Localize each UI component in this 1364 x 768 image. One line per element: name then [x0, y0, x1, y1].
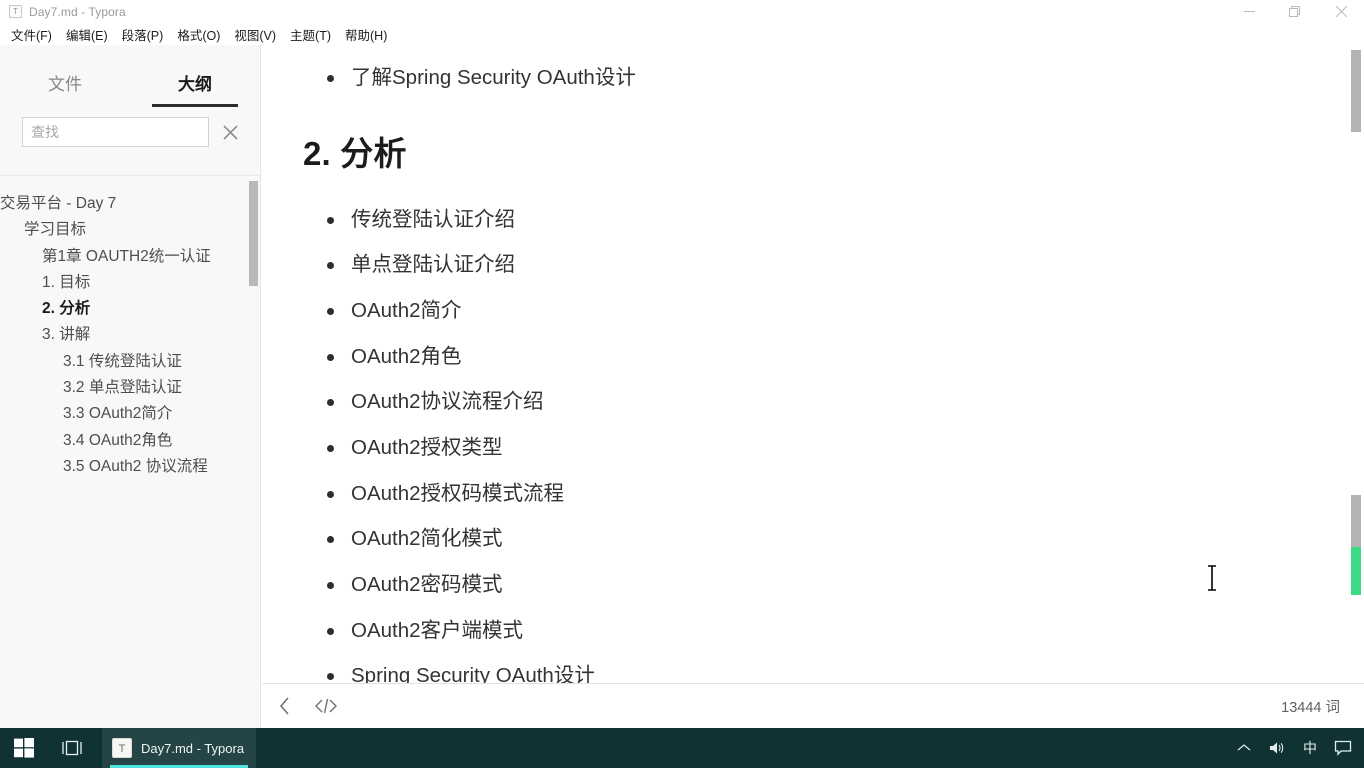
list-item-text[interactable]: OAuth2客户端模式 [351, 617, 523, 645]
list-item-text[interactable]: OAuth2简介 [351, 297, 462, 325]
typora-window: T Day7.md - Typora 文件(F) 编辑(E) 段落(P) 格式(… [0, 0, 1364, 768]
bullet-icon [327, 216, 334, 224]
list-item-text[interactable]: OAuth2授权类型 [351, 434, 503, 462]
list-item: OAuth2授权码模式流程 [262, 471, 1364, 517]
status-bar: 13444 词 [262, 683, 1364, 728]
task-view-icon[interactable] [48, 728, 96, 768]
outline-item-3-2[interactable]: 3.2 单点登陆认证 [0, 375, 260, 401]
menu-item-theme[interactable]: 主题(T) [283, 23, 338, 46]
list-item: OAuth2协议流程介绍 [262, 379, 1364, 425]
restore-icon[interactable] [1272, 0, 1318, 23]
list-item: 传统登陆认证介绍 [262, 197, 1364, 243]
outline-list[interactable]: 交易平台 - Day 7 学习目标 第1章 OAUTH2统一认证 1. 目标 2… [0, 176, 260, 728]
bullet-icon [327, 536, 334, 544]
taskbar-app-typora[interactable]: T Day7.md - Typora [102, 728, 257, 768]
bullet-icon [327, 445, 334, 453]
editor-vertical-scrollbar[interactable] [1348, 45, 1364, 683]
page-title[interactable]: 2. 分析 [303, 127, 1364, 175]
search-input[interactable] [22, 117, 209, 147]
speaker-icon[interactable] [1262, 728, 1292, 768]
sidebar-scrollbar-thumb[interactable] [249, 181, 258, 286]
scrollbar-thumb-main[interactable] [1351, 495, 1361, 595]
source-code-icon[interactable] [314, 697, 338, 715]
list-item: 单点登陆认证介绍 [262, 242, 1364, 288]
title-bar: T Day7.md - Typora [0, 0, 1364, 23]
bullet-icon [327, 490, 334, 498]
taskbar-app-label: Day7.md - Typora [141, 740, 245, 756]
word-count: 13444 词 [1281, 699, 1340, 716]
list-item: OAuth2授权类型 [262, 425, 1364, 471]
close-icon[interactable] [1318, 0, 1364, 23]
outline-item-root[interactable]: 交易平台 - Day 7 [0, 191, 260, 217]
windows-start-icon[interactable] [0, 728, 48, 768]
menu-bar: 文件(F) 编辑(E) 段落(P) 格式(O) 视图(V) 主题(T) 帮助(H… [0, 23, 1364, 45]
chevron-up-icon[interactable] [1229, 728, 1259, 768]
outline-item-2[interactable]: 2. 分析 [0, 296, 260, 322]
list-item-text[interactable]: Spring Security OAuth设计 [351, 662, 595, 683]
system-tray: 中 [1229, 728, 1364, 768]
tab-outline-label: 大纲 [178, 75, 212, 94]
tab-files-label: 文件 [48, 75, 82, 94]
sidebar-header: 文件 大纲 [0, 45, 260, 176]
outline-item-3[interactable]: 3. 讲解 [0, 322, 260, 348]
typora-icon: T [112, 738, 132, 758]
tab-outline[interactable]: 大纲 [130, 70, 260, 107]
tab-files[interactable]: 文件 [0, 70, 130, 107]
sidebar-tabs: 文件 大纲 [0, 45, 260, 107]
list-item-text[interactable]: OAuth2授权码模式流程 [351, 480, 564, 508]
window-title: Day7.md - Typora [29, 4, 126, 19]
outline-item-1[interactable]: 1. 目标 [0, 270, 260, 296]
bullet-icon [327, 582, 334, 590]
menu-item-help[interactable]: 帮助(H) [338, 23, 394, 46]
menu-item-file[interactable]: 文件(F) [4, 23, 59, 46]
outline-item-3-4[interactable]: 3.4 OAuth2角色 [0, 428, 260, 454]
outline-item-goal[interactable]: 学习目标 [0, 217, 260, 243]
menu-item-format[interactable]: 格式(O) [170, 23, 227, 46]
window-controls [1226, 0, 1364, 23]
bullet-icon [327, 353, 334, 361]
editor-area[interactable]: 了解Spring Security OAuth设计 2. 分析 传统登陆认证介绍… [262, 45, 1364, 683]
bullet-icon [327, 627, 334, 635]
list-item: OAuth2客户端模式 [262, 608, 1364, 654]
list-item: 了解Spring Security OAuth设计 [262, 55, 1364, 101]
list-item-text[interactable]: OAuth2角色 [351, 343, 462, 371]
outline-item-3-3[interactable]: 3.3 OAuth2简介 [0, 401, 260, 427]
chevron-left-icon[interactable] [278, 696, 292, 716]
bullet-icon [327, 262, 334, 270]
outline-item-chapter1[interactable]: 第1章 OAUTH2统一认证 [0, 244, 260, 270]
document-content: 了解Spring Security OAuth设计 2. 分析 传统登陆认证介绍… [262, 45, 1364, 683]
menu-item-view[interactable]: 视图(V) [227, 23, 283, 46]
scrollbar-thumb-top[interactable] [1351, 50, 1361, 132]
bullet-icon [327, 673, 334, 681]
notification-icon[interactable] [1328, 728, 1358, 768]
list-item: OAuth2角色 [262, 334, 1364, 380]
list-item: OAuth2简介 [262, 288, 1364, 334]
search-row [0, 107, 260, 147]
list-item-text[interactable]: OAuth2密码模式 [351, 571, 503, 599]
bullet-icon [327, 75, 334, 82]
status-bar-left [262, 696, 338, 716]
ime-lang-icon[interactable]: 中 [1295, 728, 1325, 768]
bullet-icon [327, 399, 334, 407]
outline-item-3-1[interactable]: 3.1 传统登陆认证 [0, 349, 260, 375]
bullet-icon [327, 308, 334, 316]
list-item: OAuth2简化模式 [262, 516, 1364, 562]
scrollbar-progress-indicator [1351, 547, 1361, 595]
outline-item-3-5[interactable]: 3.5 OAuth2 协议流程 [0, 454, 260, 480]
menu-item-edit[interactable]: 编辑(E) [59, 23, 115, 46]
list-item: Spring Security OAuth设计 [262, 653, 1364, 683]
list-item: OAuth2密码模式 [262, 562, 1364, 608]
menu-item-paragraph[interactable]: 段落(P) [115, 23, 171, 46]
list-item-text[interactable]: OAuth2协议流程介绍 [351, 388, 544, 416]
minimize-icon[interactable] [1226, 0, 1272, 23]
list-item-text[interactable]: OAuth2简化模式 [351, 525, 503, 553]
typora-icon: T [9, 5, 22, 18]
sidebar: 文件 大纲 交易平台 - Day 7 学习目标 第1章 OAUTH2统一认证 1… [0, 45, 261, 728]
list-item-text[interactable]: 了解Spring Security OAuth设计 [351, 64, 636, 92]
close-icon[interactable] [222, 124, 239, 141]
taskbar: T Day7.md - Typora 中 [0, 728, 1364, 768]
list-item-text[interactable]: 单点登陆认证介绍 [351, 251, 515, 279]
list-item-text[interactable]: 传统登陆认证介绍 [351, 206, 515, 234]
